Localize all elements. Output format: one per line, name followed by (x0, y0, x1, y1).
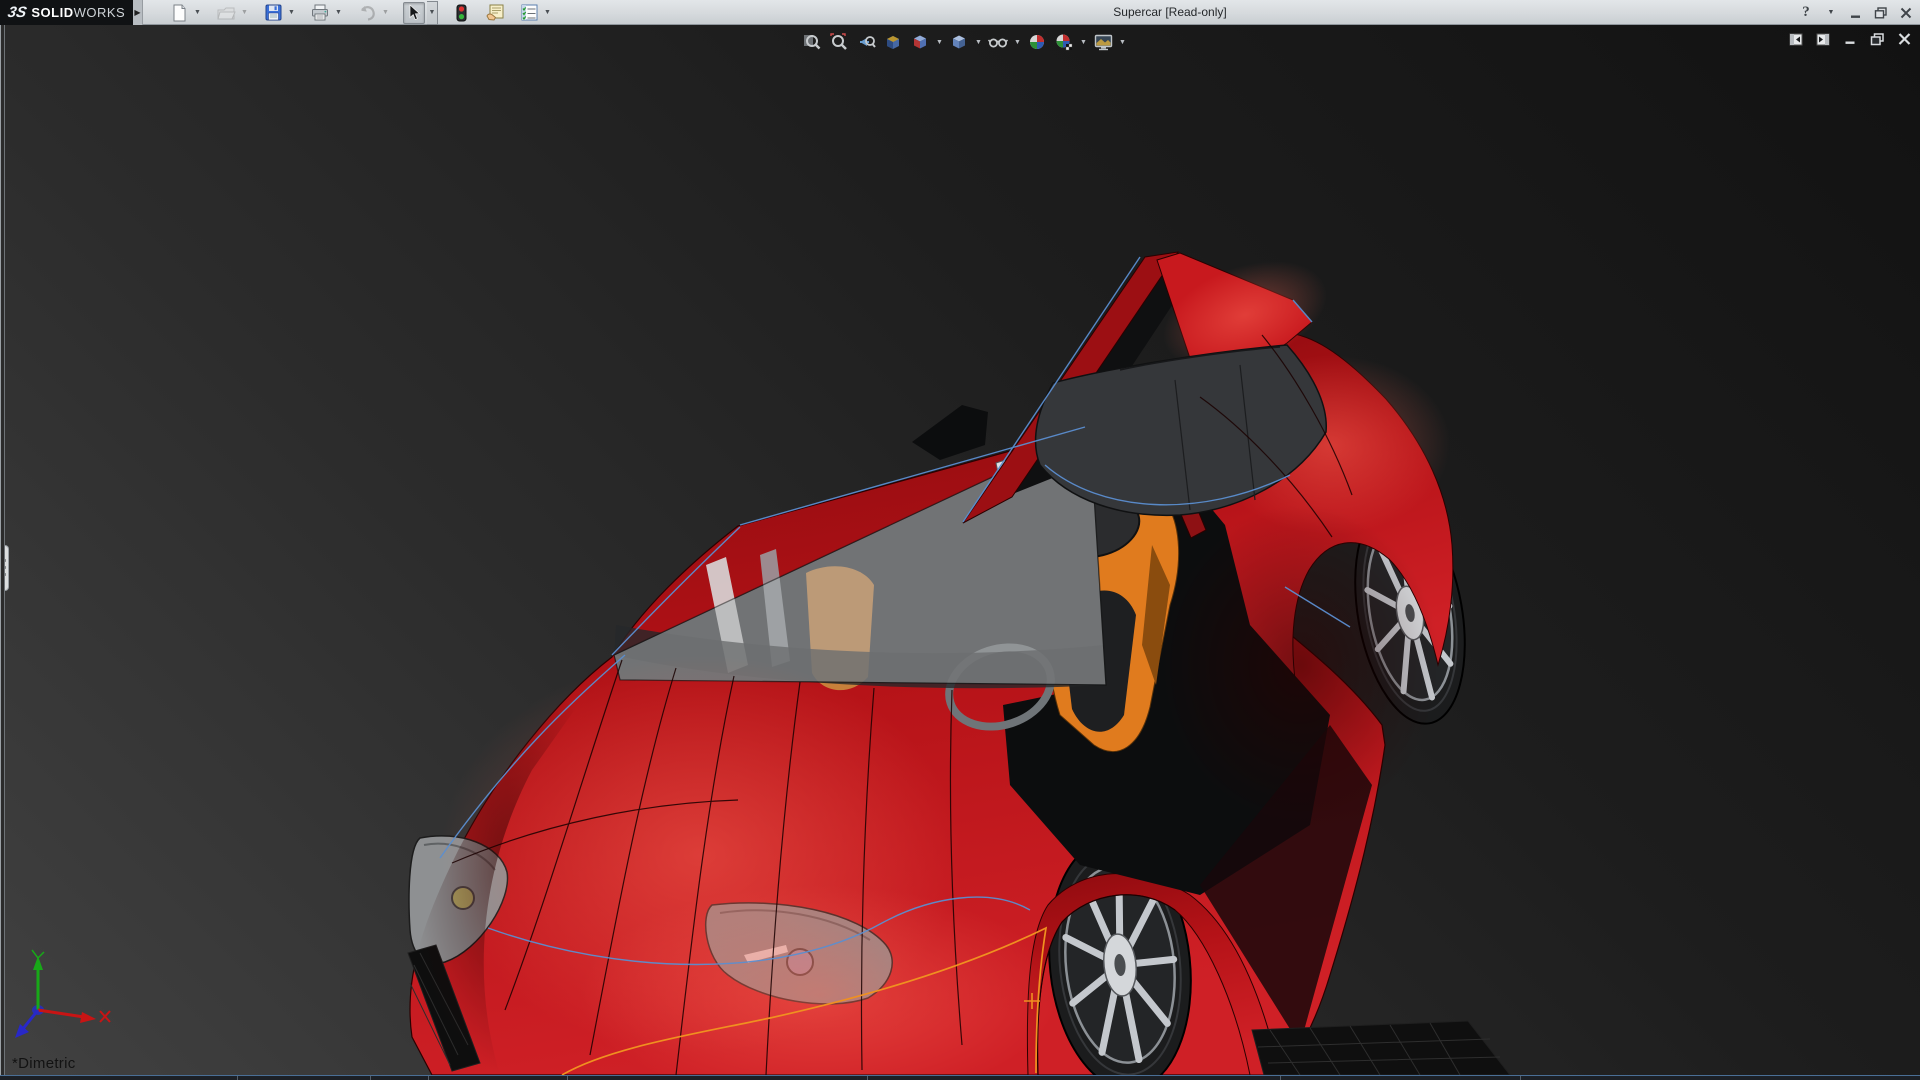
3ds-logo-mark: 3S (6, 4, 28, 21)
display-style-icon (950, 33, 968, 51)
view-settings-button[interactable] (1091, 31, 1115, 53)
hide-show-items-icon (988, 34, 1008, 50)
solidworks-logo: 3S SOLIDWORKS (0, 0, 133, 25)
new-document-icon (171, 4, 188, 22)
open-dropdown[interactable]: ▼ (239, 2, 250, 24)
right-bumper-grille (1252, 1021, 1510, 1075)
edit-appearance-button[interactable] (1025, 31, 1049, 53)
close-button[interactable] (1898, 4, 1914, 22)
file-properties-button[interactable] (484, 2, 506, 24)
graphics-viewport[interactable]: ▼ ▼ ▼ ▼ ▼ (0, 25, 1920, 1075)
save-icon (265, 4, 282, 21)
open-icon (217, 5, 236, 21)
x-axis-label (100, 1011, 110, 1022)
open-button[interactable] (215, 2, 237, 24)
document-close-button[interactable] (1896, 32, 1912, 46)
select-button[interactable] (403, 2, 425, 24)
save-dropdown[interactable]: ▼ (286, 2, 297, 24)
x-axis-arrow (80, 1012, 96, 1023)
previous-view-icon (857, 33, 876, 51)
close-icon (1900, 7, 1912, 19)
taskbar-sliver[interactable] (0, 1075, 1920, 1080)
print-icon (311, 4, 329, 21)
pane-toggle-right-button[interactable] (1815, 32, 1831, 46)
save-button[interactable] (262, 2, 284, 24)
heads-up-view-toolbar: ▼ ▼ ▼ ▼ ▼ (800, 31, 1127, 53)
new-document-button[interactable] (168, 2, 190, 24)
document-minimize-icon (1844, 33, 1857, 45)
undo-button[interactable] (356, 2, 378, 24)
previous-view-button[interactable] (854, 31, 878, 53)
view-orientation-button[interactable] (908, 31, 932, 53)
zoom-to-fit-button[interactable] (800, 31, 824, 53)
select-cursor-icon (407, 4, 421, 21)
display-style-button[interactable] (947, 31, 971, 53)
undo-dropdown[interactable]: ▼ (380, 2, 391, 24)
reference-triad (8, 948, 118, 1043)
zoom-to-area-icon (830, 33, 848, 51)
display-style-dropdown[interactable]: ▼ (974, 39, 983, 46)
new-document-dropdown[interactable]: ▼ (192, 2, 203, 24)
restore-icon (1874, 7, 1888, 19)
brand-name: SOLIDWORKS (31, 5, 125, 20)
y-axis-arrow (33, 956, 43, 970)
section-view-icon (884, 33, 902, 51)
window-controls: ? ▼ (1798, 0, 1914, 25)
undo-icon (358, 5, 376, 21)
document-minimize-button[interactable] (1842, 32, 1858, 46)
section-view-button[interactable] (881, 31, 905, 53)
document-title: Supercar [Read-only] (1040, 0, 1300, 25)
document-window-controls (1788, 32, 1912, 46)
main-toolbar: ▼ ▼ ▼ ▼ (168, 0, 553, 25)
apply-scene-button[interactable] (1052, 31, 1076, 53)
select-dropdown[interactable]: ▼ (427, 1, 438, 25)
roof-opening (912, 405, 988, 460)
minimize-icon (1850, 7, 1862, 19)
help-button[interactable]: ? (1798, 4, 1814, 22)
hide-show-items-dropdown[interactable]: ▼ (1013, 39, 1022, 46)
menu-expander-arrow[interactable]: ▶ (133, 0, 143, 25)
view-orientation-icon (911, 33, 929, 51)
options-dropdown[interactable]: ▼ (542, 2, 553, 24)
options-icon (521, 4, 538, 21)
viewport-left-edge (0, 25, 5, 1075)
view-orientation-dropdown[interactable]: ▼ (935, 39, 944, 46)
document-restore-button[interactable] (1869, 32, 1885, 46)
model-supercar[interactable] (0, 25, 1920, 1075)
view-settings-dropdown[interactable]: ▼ (1118, 39, 1127, 46)
zoom-to-fit-icon (803, 33, 821, 51)
titlebar: 3S SOLIDWORKS ▶ ▼ ▼ ▼ (0, 0, 1920, 25)
minimize-button[interactable] (1848, 4, 1864, 22)
rebuild-button[interactable] (450, 2, 472, 24)
apply-scene-dropdown[interactable]: ▼ (1079, 39, 1088, 46)
pane-toggle-right-icon (1816, 33, 1830, 46)
zoom-to-area-button[interactable] (827, 31, 851, 53)
file-properties-icon (486, 4, 504, 21)
help-dropdown[interactable]: ▼ (1823, 4, 1839, 22)
restore-button[interactable] (1873, 4, 1889, 22)
document-restore-icon (1870, 33, 1885, 46)
print-dropdown[interactable]: ▼ (333, 2, 344, 24)
view-orientation-label: *Dimetric (12, 1055, 76, 1072)
options-button[interactable] (518, 2, 540, 24)
pane-toggle-left-icon (1789, 33, 1803, 46)
pane-toggle-left-button[interactable] (1788, 32, 1804, 46)
view-settings-icon (1094, 34, 1113, 51)
rebuild-traffic-light-icon (456, 4, 467, 22)
edit-appearance-icon (1028, 33, 1046, 51)
solidworks-window: 3S SOLIDWORKS ▶ ▼ ▼ ▼ (0, 0, 1920, 1080)
print-button[interactable] (309, 2, 331, 24)
apply-scene-icon (1055, 33, 1074, 51)
document-close-icon (1898, 33, 1911, 45)
hide-show-items-button[interactable] (986, 31, 1010, 53)
